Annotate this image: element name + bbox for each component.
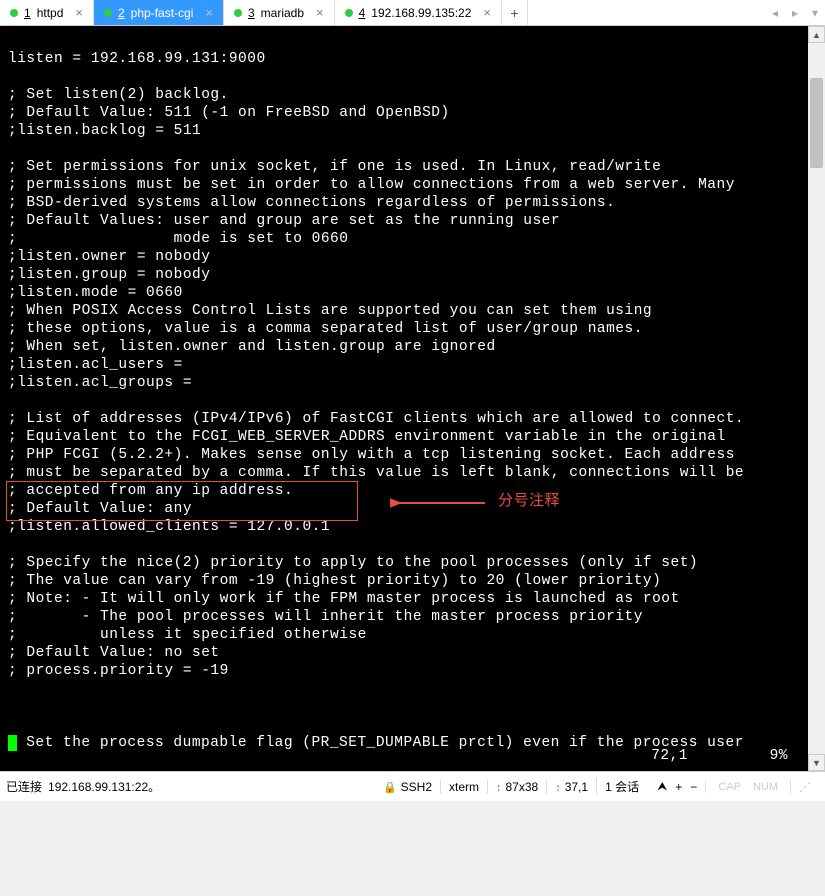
capslock-indicator: CAP — [714, 781, 745, 793]
terminal-line: ; these options, value is a comma separa… — [8, 321, 643, 337]
close-icon[interactable]: × — [316, 5, 324, 20]
status-dot-icon — [234, 9, 242, 17]
terminal-line: ; Equivalent to the FCGI_WEB_SERVER_ADDR… — [8, 429, 726, 445]
terminal-line: ; accepted from any ip address. — [8, 483, 293, 499]
arrow-icon — [390, 491, 490, 516]
terminal-line: ; When POSIX Access Control Lists are su… — [8, 303, 652, 319]
terminal-line: ; Set listen(2) backlog. — [8, 87, 229, 103]
click-position: 37,1 — [565, 780, 588, 794]
resize-grip-icon[interactable]: ⋰ — [799, 780, 811, 794]
vertical-scrollbar[interactable]: ▲ ▼ — [808, 26, 825, 771]
size-icon — [496, 780, 502, 794]
terminal-line: ; Note: - It will only work if the FPM m… — [8, 591, 680, 607]
tab-prev-icon[interactable]: ◂ — [765, 6, 785, 20]
connection-host: 192.168.99.131:22。 — [48, 778, 160, 795]
tab-php-fast-cgi[interactable]: 2 php-fast-cgi × — [94, 0, 224, 25]
terminal-line: ; The value can vary from -19 (highest p… — [8, 573, 661, 589]
session-remove-icon[interactable]: − — [690, 780, 697, 794]
tab-number: 3 — [248, 6, 255, 20]
tab-navigation: ◂ ▸ ▾ — [765, 0, 825, 25]
terminal-line: ;listen.acl_users = — [8, 357, 183, 373]
terminal-line: ;listen.group = nobody — [8, 267, 210, 283]
terminal-line: ; PHP FCGI (5.2.2+). Makes sense only wi… — [8, 447, 735, 463]
terminal-container: listen = 192.168.99.131:9000 ; Set liste… — [0, 26, 825, 771]
new-tab-button[interactable]: + — [502, 0, 528, 25]
tab-label: 192.168.99.135:22 — [371, 6, 471, 20]
terminal-line: ; Default Value: 511 (-1 on FreeBSD and … — [8, 105, 450, 121]
terminal-line: ;listen.owner = nobody — [8, 249, 210, 265]
session-add-icon[interactable]: + — [675, 780, 682, 794]
close-icon[interactable]: × — [205, 5, 213, 20]
terminal-line: ; permissions must be set in order to al… — [8, 177, 735, 193]
tab-bar: 1 httpd × 2 php-fast-cgi × 3 mariadb × 4… — [0, 0, 825, 26]
terminal-line: ;listen.mode = 0660 — [8, 285, 183, 301]
terminal-line: ;listen.acl_groups = — [8, 375, 192, 391]
scroll-up-icon[interactable]: ▲ — [808, 26, 825, 43]
terminal-line: ; When set, listen.owner and listen.grou… — [8, 339, 496, 355]
scrollbar-track[interactable] — [808, 43, 825, 754]
scrollbar-thumb[interactable] — [810, 78, 823, 168]
tab-httpd[interactable]: 1 httpd × — [0, 0, 94, 25]
terminal-line: ; Default Value: no set — [8, 645, 220, 661]
terminal-line: ; BSD-derived systems allow connections … — [8, 195, 615, 211]
protocol-label: SSH2 — [401, 780, 432, 794]
annotation-label: 分号注释 — [498, 492, 560, 510]
session-count: 1 会话 — [605, 778, 639, 795]
terminal-line: ; - The pool processes will inherit the … — [8, 609, 643, 625]
terminal-line: ; process.priority = -19 — [8, 663, 229, 679]
numlock-indicator: NUM — [749, 781, 782, 793]
tab-next-icon[interactable]: ▸ — [785, 6, 805, 20]
lock-icon — [383, 780, 397, 794]
terminal-line: ;listen.allowed_clients = 127.0.0.1 — [8, 519, 330, 535]
terminal-line: ; mode is set to 0660 — [8, 231, 348, 247]
terminal[interactable]: listen = 192.168.99.131:9000 ; Set liste… — [0, 26, 808, 771]
terminal-line: ; unless it specified otherwise — [8, 627, 367, 643]
tab-number: 1 — [24, 6, 31, 20]
terminal-line: ; Set permissions for unix socket, if on… — [8, 159, 661, 175]
close-icon[interactable]: × — [75, 5, 83, 20]
tab-menu-icon[interactable]: ▾ — [805, 6, 825, 20]
click-icon — [555, 780, 561, 794]
terminal-line: Set the process dumpable flag (PR_SET_DU… — [17, 735, 744, 751]
cursor-icon — [8, 735, 17, 751]
tab-mariadb[interactable]: 3 mariadb × — [224, 0, 335, 25]
scroll-down-icon[interactable]: ▼ — [808, 754, 825, 771]
terminal-line: ; must be separated by a comma. If this … — [8, 465, 744, 481]
terminal-line: ; List of addresses (IPv4/IPv6) of FastC… — [8, 411, 744, 427]
tab-number: 2 — [118, 6, 125, 20]
terminal-type: xterm — [449, 780, 479, 794]
status-dot-icon — [10, 9, 18, 17]
tab-label: mariadb — [261, 6, 304, 20]
vim-scroll-percent: 9% — [770, 747, 788, 765]
status-bar: 已连接 192.168.99.131:22。 SSH2 xterm 87x38 … — [0, 771, 825, 801]
tab-label: httpd — [37, 6, 64, 20]
session-menu-icon[interactable]: ⮝ — [657, 779, 667, 794]
terminal-size: 87x38 — [506, 780, 539, 794]
close-icon[interactable]: × — [483, 5, 491, 20]
status-dot-icon — [345, 9, 353, 17]
tab-number: 4 — [359, 6, 366, 20]
tab-remote-host[interactable]: 4 192.168.99.135:22 × — [335, 0, 502, 25]
status-dot-icon — [104, 9, 112, 17]
tab-label: php-fast-cgi — [131, 6, 194, 20]
vim-cursor-position: 72,1 — [651, 747, 688, 765]
terminal-line: ; Specify the nice(2) priority to apply … — [8, 555, 698, 571]
terminal-line: ; Default Value: any — [8, 501, 192, 517]
terminal-line: listen = 192.168.99.131:9000 — [8, 51, 266, 67]
terminal-line: ;listen.backlog = 511 — [8, 123, 201, 139]
terminal-line: ; Default Values: user and group are set… — [8, 213, 560, 229]
